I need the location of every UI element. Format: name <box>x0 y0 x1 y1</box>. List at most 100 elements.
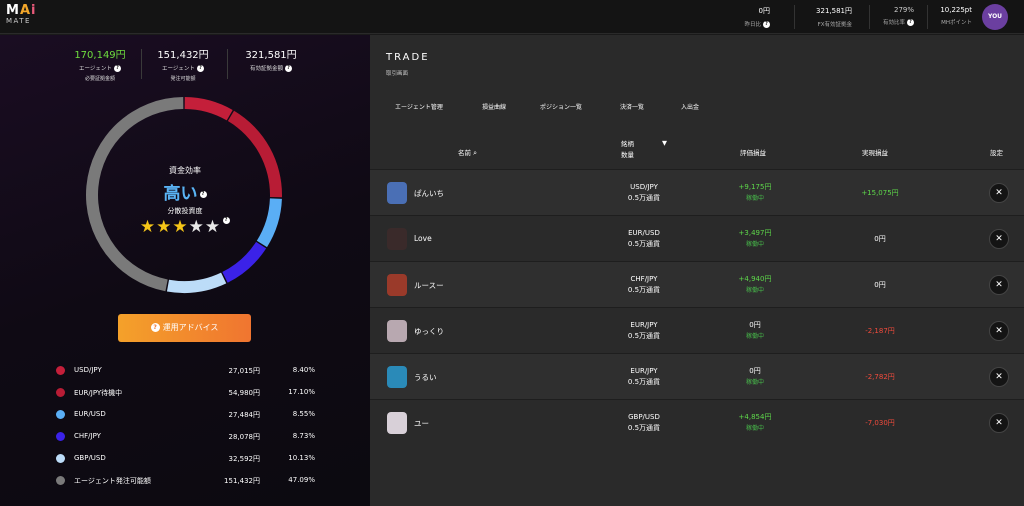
table-row[interactable]: うるい EUR/JPY 0.5万通貨 0円 稼働中 -2,782円 ✕ <box>370 353 1024 399</box>
currency-pair: EUR/JPY <box>630 367 658 375</box>
eval-pnl: +3,497円 <box>738 229 772 237</box>
star-empty-icon: ★ <box>188 217 205 237</box>
agent-name: ゆっくり <box>414 327 444 336</box>
legend-percent: 10.13% <box>288 454 315 462</box>
legend-name: CHF/JPY <box>74 432 101 440</box>
tools-icon: ✕ <box>995 372 1003 382</box>
column-header-name[interactable]: 名前 ⌕ <box>458 147 477 158</box>
legend-item: EUR/JPY待機中 54,980円 17.10% <box>56 387 316 399</box>
settings-button[interactable]: ✕ <box>989 321 1009 341</box>
legend-name: エージェント発注可能額 <box>74 477 151 485</box>
legend-amount: 151,432円 <box>224 477 260 485</box>
quantity: 0.5万通貨 <box>627 286 661 294</box>
star-filled-icon: ★ <box>139 217 157 237</box>
table-row[interactable]: Love EUR/USD 0.5万通貨 +3,497円 稼働中 0円 ✕ <box>370 215 1024 261</box>
tools-icon: ✕ <box>995 326 1003 336</box>
page-title: TRADE <box>386 52 430 63</box>
legend-percent: 17.10% <box>288 388 315 396</box>
status-text: 稼働中 <box>745 195 764 202</box>
legend-name: EUR/USD <box>74 410 106 418</box>
table-row[interactable]: ルースー CHF/JPY 0.5万通貨 +4,940円 稼働中 0円 ✕ <box>370 261 1024 307</box>
currency-pair: EUR/USD <box>628 229 660 237</box>
star-filled-icon: ★ <box>172 217 189 237</box>
agent-avatar <box>387 412 407 434</box>
tab-deposit-withdraw[interactable]: 入出金 <box>681 102 699 111</box>
legend-item: EUR/USD 27,484円 8.55% <box>56 409 316 421</box>
realized-pnl: -2,187円 <box>865 327 895 335</box>
help-icon[interactable]: ? <box>223 217 231 224</box>
diversification-rating: ★★★★★? <box>110 217 260 237</box>
advice-button[interactable]: ? 運用アドバイス <box>118 314 251 342</box>
legend-amount: 27,484円 <box>228 411 261 419</box>
status-text: 稼働中 <box>745 333 764 340</box>
legend-name: EUR/JPY待機中 <box>74 389 123 397</box>
currency-pair: USD/JPY <box>630 183 658 191</box>
settings-button[interactable]: ✕ <box>989 229 1009 249</box>
eval-pnl: 0円 <box>749 367 761 375</box>
column-header-pair[interactable]: 銘柄 数量 <box>621 139 634 161</box>
pair-cell: EUR/USD 0.5万通貨 <box>612 228 676 250</box>
help-icon[interactable]: ? <box>196 65 204 72</box>
search-icon: ⌕ <box>473 149 477 157</box>
efficiency-title: 資金効率 <box>169 166 201 175</box>
table-row[interactable]: ぱんいち USD/JPY 0.5万通貨 +9,175円 稼働中 +15,075円 ✕ <box>370 169 1024 215</box>
column-header-eval: 評価損益 <box>740 149 766 157</box>
stat-margin-ratio: 279% 有効比率? <box>876 6 914 26</box>
eval-cell: +4,854円 稼働中 <box>720 412 790 434</box>
realized-pnl: 0円 <box>874 235 886 243</box>
filter-icon[interactable]: ▼ <box>662 139 667 147</box>
legend-amount: 28,078円 <box>228 433 261 441</box>
stat-label: 有効比率 <box>882 20 905 26</box>
legend-color-dot <box>56 366 65 375</box>
agent-name: ユー <box>414 419 429 428</box>
settings-button[interactable]: ✕ <box>989 275 1009 295</box>
donut-slice-3 <box>222 241 267 283</box>
stat-fx-equity: 321,581円 FX有効証拠金 <box>806 6 852 28</box>
summary-value: 170,149円 <box>74 50 126 61</box>
donut-slice-2 <box>256 198 282 248</box>
star-empty-icon: ★ <box>204 217 222 237</box>
settings-button[interactable]: ✕ <box>989 413 1009 433</box>
help-icon[interactable]: ? <box>285 65 292 72</box>
tab-agent-management[interactable]: エージェント管理 <box>395 102 443 111</box>
legend-item: CHF/JPY 28,078円 8.73% <box>56 431 316 443</box>
eval-cell: +3,497円 稼働中 <box>720 228 790 250</box>
summary-label: エージェント <box>162 66 195 72</box>
tab-settlements[interactable]: 決済一覧 <box>620 102 644 111</box>
trade-panel: TRADE 取引画面 エージェント管理 損益曲線 ポジション一覧 決済一覧 入出… <box>370 35 1024 506</box>
legend-percent: 8.73% <box>292 432 315 440</box>
efficiency-summary: 資金効率 高い? 分散投資度 ★★★★★? <box>110 165 260 237</box>
eval-cell: 0円稼働中 <box>720 366 790 388</box>
stat-label: FX有効証拠金 <box>817 22 852 28</box>
stat-value: 0円 <box>758 7 770 15</box>
help-icon[interactable]: ? <box>907 19 914 26</box>
settings-button[interactable]: ✕ <box>989 367 1009 387</box>
pair-cell: EUR/JPY 0.5万通貨 <box>612 366 676 388</box>
divider <box>794 5 795 29</box>
tab-pnl-curve[interactable]: 損益曲線 <box>482 102 506 111</box>
advice-label: 運用アドバイス <box>162 323 219 332</box>
tab-positions[interactable]: ポジション一覧 <box>540 102 582 111</box>
stat-label: MHポイント <box>941 20 972 26</box>
help-icon[interactable]: ? <box>763 21 770 28</box>
agent-name: ぱんいち <box>414 189 444 198</box>
tools-icon: ✕ <box>995 418 1003 428</box>
help-icon[interactable]: ? <box>113 65 121 72</box>
settings-button[interactable]: ✕ <box>989 183 1009 203</box>
table-row[interactable]: ユー GBP/USD 0.5万通貨 +4,854円 稼働中 -7,030円 ✕ <box>370 399 1024 445</box>
help-icon[interactable]: ? <box>199 190 207 198</box>
summary-label: 有効証拠金額 <box>249 66 283 72</box>
status-text: 稼働中 <box>745 379 764 386</box>
app-logo[interactable]: MAi MATE <box>6 4 36 25</box>
divider <box>141 49 142 79</box>
stat-value: 321,581円 <box>816 7 852 15</box>
realized-pnl: 0円 <box>874 281 886 289</box>
user-avatar[interactable]: YOU <box>982 4 1008 30</box>
realized-pnl: +15,075円 <box>861 189 899 197</box>
header-label: 名前 <box>458 149 471 157</box>
table-row[interactable]: ゆっくり EUR/JPY 0.5万通貨 0円 稼働中 -2,187円 ✕ <box>370 307 1024 353</box>
column-header-settings: 設定 <box>990 149 1003 157</box>
status-text: 稼働中 <box>745 425 764 432</box>
status-text: 稼働中 <box>745 287 764 294</box>
legend-percent: 8.55% <box>292 410 315 418</box>
